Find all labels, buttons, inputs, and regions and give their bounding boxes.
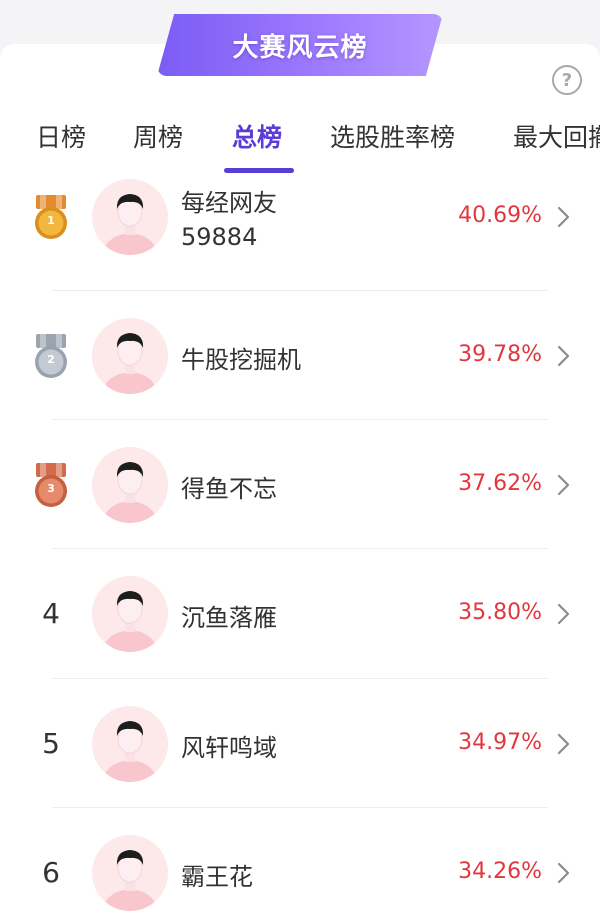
tab-weekly[interactable]: 周榜 — [133, 118, 183, 154]
user-avatar-icon[interactable] — [92, 317, 168, 394]
chevron-right-icon[interactable] — [556, 732, 572, 756]
ranking-row[interactable]: 5 风轩鸣域 34.97% — [0, 679, 600, 808]
tab-overall[interactable]: 总榜 — [232, 118, 282, 154]
leaderboard-banner: 大赛风云榜 — [157, 14, 443, 76]
ranking-row[interactable]: 2 牛股挖掘机 39.78% — [0, 291, 600, 420]
user-name: 牛股挖掘机 — [181, 345, 301, 374]
active-tab-underline — [224, 168, 294, 173]
user-name: 风轩鸣域 — [181, 733, 277, 762]
user-name-suffix: 59884 — [181, 223, 258, 251]
medal-rank-number: 1 — [47, 214, 55, 227]
chevron-right-icon[interactable] — [556, 205, 572, 229]
user-name: 沉鱼落雁 — [181, 604, 277, 632]
user-avatar-icon[interactable] — [92, 576, 168, 652]
ranking-row[interactable]: 4 沉鱼落雁 35.80% — [0, 549, 600, 679]
ranking-tabs: 日榜 周榜 总榜 选股胜率榜 最大回撤 — [0, 110, 600, 172]
return-rate: 39.78% — [458, 341, 542, 367]
ranking-row[interactable]: 1 每经网友 59884 40.69% — [0, 179, 600, 291]
medal-rank-number: 3 — [47, 481, 55, 495]
user-name: 得鱼不忘 — [181, 474, 277, 503]
tab-win-rate[interactable]: 选股胜率榜 — [330, 118, 455, 154]
user-avatar-icon[interactable] — [92, 834, 168, 911]
silver-medal-icon: 2 — [32, 333, 70, 380]
rank-number: 4 — [42, 597, 60, 630]
chevron-right-icon[interactable] — [556, 473, 572, 497]
chevron-right-icon[interactable] — [556, 602, 572, 626]
return-rate: 35.80% — [458, 600, 542, 625]
gold-medal-icon: 1 — [32, 195, 70, 241]
return-rate: 34.97% — [458, 729, 542, 755]
leaderboard-card: ? 日榜 周榜 总榜 选股胜率榜 最大回撤 1 每经网友 59884 40.69% 2 牛… — [0, 44, 600, 921]
ranking-row[interactable]: 6 霸王花 34.26% — [0, 808, 600, 921]
tab-max-drawdown[interactable]: 最大回撤 — [513, 118, 600, 154]
medal-rank-number: 2 — [47, 352, 55, 366]
user-avatar-icon[interactable] — [92, 179, 168, 255]
rank-number: 5 — [42, 726, 60, 760]
chevron-right-icon[interactable] — [556, 344, 572, 368]
user-avatar-icon[interactable] — [92, 705, 168, 782]
user-name: 每经网友 — [181, 189, 277, 217]
return-rate: 37.62% — [458, 470, 542, 496]
ranking-row[interactable]: 3 得鱼不忘 37.62% — [0, 420, 600, 549]
chevron-right-icon[interactable] — [556, 861, 572, 885]
help-question-icon[interactable]: ? — [552, 65, 582, 95]
user-avatar-icon[interactable] — [92, 446, 168, 523]
user-name: 霸王花 — [181, 862, 253, 891]
rank-number: 6 — [42, 855, 60, 889]
bronze-medal-icon: 3 — [32, 462, 70, 509]
tab-daily[interactable]: 日榜 — [36, 118, 86, 154]
return-rate: 34.26% — [458, 858, 542, 884]
return-rate: 40.69% — [458, 203, 542, 228]
banner-title: 大赛风云榜 — [232, 32, 368, 63]
